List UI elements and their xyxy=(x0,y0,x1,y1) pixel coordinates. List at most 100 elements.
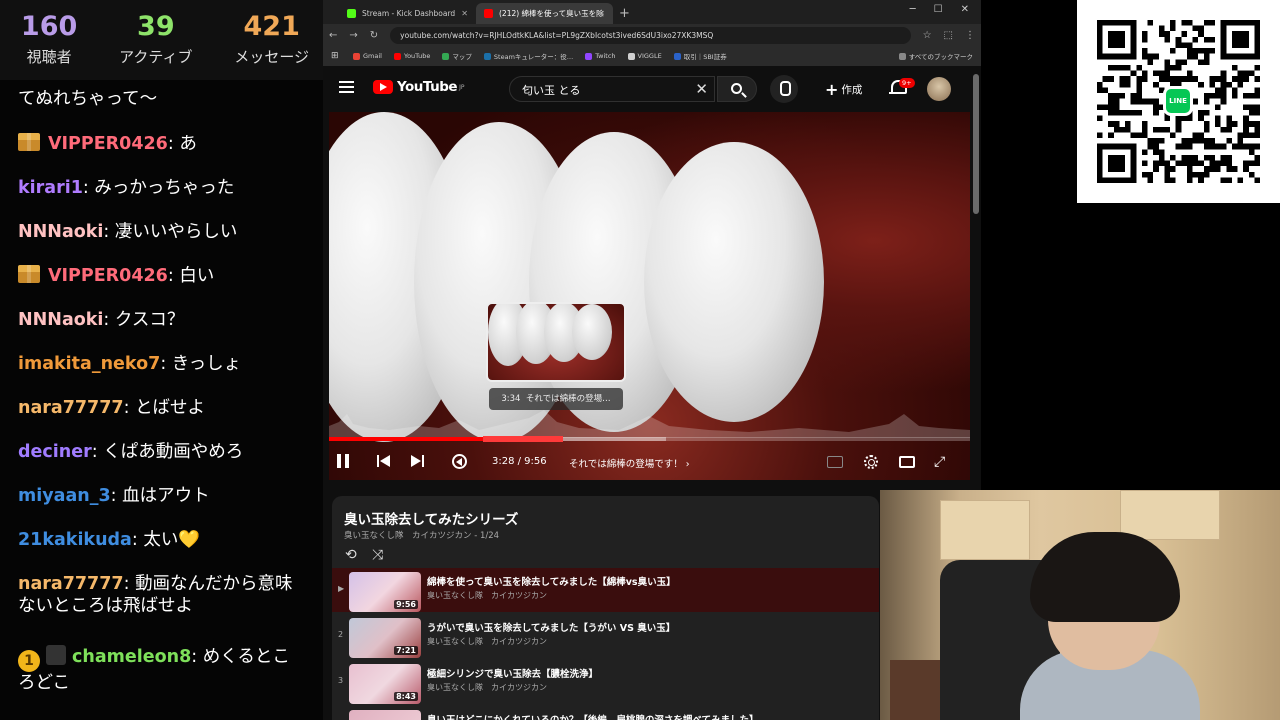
extensions-icon[interactable]: ⬚ xyxy=(944,30,953,41)
chat-text: 太い💛 xyxy=(143,530,201,550)
chat-message: kirari1: みっかっちゃった xyxy=(18,178,235,198)
apps-icon[interactable]: ⊞ xyxy=(331,51,339,61)
hamburger-menu-icon[interactable] xyxy=(339,81,354,93)
chat-username[interactable]: VIPPER0426 xyxy=(48,266,168,286)
chat-username[interactable]: deciner xyxy=(18,442,92,462)
bookmark-star-icon[interactable]: ☆ xyxy=(923,30,932,41)
fullscreen-icon[interactable]: ⤢ xyxy=(934,455,948,469)
chat-username[interactable]: miyaan_3 xyxy=(18,486,111,506)
video-player[interactable]: 3:34 それでは綿棒の登場… 3:28 / 9:56 それでは綿棒の登場です！… xyxy=(329,112,970,480)
hover-chapter: それでは綿棒の登場… xyxy=(525,394,611,404)
forward-icon[interactable]: → xyxy=(349,30,357,41)
chat-text: 白い xyxy=(179,266,215,286)
new-tab-button[interactable]: + xyxy=(619,6,630,21)
kick-favicon-icon xyxy=(347,9,356,18)
youtube-logo[interactable]: YouTube JP xyxy=(373,79,464,95)
active-count: 39 xyxy=(137,11,175,42)
chat-username[interactable]: NNNaoki xyxy=(18,222,103,242)
search-icon xyxy=(731,83,742,94)
voice-search-icon[interactable] xyxy=(770,75,798,103)
chat-text: クスコ？ xyxy=(114,310,185,330)
shuffle-icon[interactable]: ⤨ xyxy=(372,547,383,563)
chat-message: NNNaoki: クスコ？ xyxy=(18,310,185,330)
playlist-item[interactable]: 3 8:43 極細シリンジで臭い玉除去【膿栓洗浄】 臭い玉なくし隊 カイカツジカ… xyxy=(332,660,879,704)
chat-username[interactable]: chameleon8 xyxy=(72,647,191,667)
subtitles-icon[interactable] xyxy=(827,456,843,468)
bookmark-viggle[interactable]: VIGGLE xyxy=(627,52,662,60)
avatar[interactable] xyxy=(927,77,951,101)
youtube-wordmark: YouTube xyxy=(397,79,458,95)
bookmark-maps[interactable]: マップ xyxy=(442,51,472,61)
chat-message: NNNaoki: 凄いいやらしい xyxy=(18,222,238,242)
theater-mode-icon[interactable] xyxy=(899,456,915,468)
bookmark-twitch[interactable]: Twitch xyxy=(585,52,616,60)
video-title: 極細シリンジで臭い玉除去【膿栓洗浄】 xyxy=(427,669,599,680)
playing-indicator-icon: ▶ xyxy=(338,584,345,593)
chat-username[interactable]: nara77777 xyxy=(18,398,124,418)
active-label: アクティブ xyxy=(119,48,193,66)
previous-icon[interactable] xyxy=(377,454,390,468)
streamer-hair xyxy=(1030,532,1180,622)
chat-message: てぬれちゃって〜 xyxy=(18,88,318,110)
minimize-icon[interactable]: ─ xyxy=(910,4,916,15)
tab-kick-dashboard[interactable]: Stream - Kick Dashboard ✕ xyxy=(339,3,476,24)
create-button[interactable]: + 作成 xyxy=(825,80,862,99)
progress-bar[interactable] xyxy=(329,436,970,442)
chat-username[interactable]: nara77777 xyxy=(18,574,124,594)
close-tab-icon[interactable]: ✕ xyxy=(598,9,605,18)
chat-username[interactable]: kirari1 xyxy=(18,178,83,198)
settings-gear-icon[interactable] xyxy=(864,455,878,469)
chat-text: きっしょ xyxy=(171,354,242,374)
webcam-feed xyxy=(880,490,1280,720)
volume-icon[interactable] xyxy=(452,454,467,469)
chat-text: あ xyxy=(179,134,197,154)
item-index: 2 xyxy=(338,630,344,639)
back-icon[interactable]: ← xyxy=(329,30,337,41)
video-title: 臭い玉はどこにかくれているのか？【後編 扁桃腺の深さを調べてみました】 xyxy=(427,712,759,720)
playlist-title[interactable]: 臭い玉除去してみたシリーズ xyxy=(344,508,518,528)
chat-username[interactable]: imakita_neko7 xyxy=(18,354,160,374)
menu-icon[interactable]: ⋮ xyxy=(965,30,975,41)
line-logo-icon: LINE xyxy=(1163,86,1193,116)
all-bookmarks[interactable]: すべてのブックマーク xyxy=(898,51,973,61)
youtube-header: YouTube JP 匂い玉 とる ✕ + 作成 9+ xyxy=(323,66,981,112)
reload-icon[interactable]: ↻ xyxy=(370,30,378,41)
page-scrollbar[interactable] xyxy=(973,74,979,214)
gift-badge-icon xyxy=(18,133,40,151)
tab-youtube[interactable]: (212) 綿棒を使って臭い玉を除 ✕ xyxy=(476,3,613,24)
tab-bar: Stream - Kick Dashboard ✕ (212) 綿棒を使って臭い玉… xyxy=(323,0,981,24)
chat-username[interactable]: VIPPER0426 xyxy=(48,134,168,154)
bookmark-sbi[interactable]: 取引｜SBI証券 xyxy=(673,51,727,61)
seek-preview-thumbnail xyxy=(486,302,626,382)
channel-name: 臭い玉なくし隊 カイカツジカン xyxy=(427,591,547,600)
playlist-item[interactable]: 2 7:21 うがいで臭い玉を除去してみました【うがい VS 臭い玉】 臭い玉な… xyxy=(332,614,879,658)
bookmarks-bar: ⊞ Gmail YouTube マップ Steamキュレーター：役… Twitc… xyxy=(323,46,981,66)
create-label: 作成 xyxy=(841,84,863,96)
messages-count: 421 xyxy=(243,11,300,42)
pause-icon[interactable] xyxy=(337,454,349,468)
search-button[interactable] xyxy=(717,76,757,102)
chat-message: imakita_neko7: きっしょ xyxy=(18,354,242,374)
clear-search-icon[interactable]: ✕ xyxy=(695,80,708,98)
playlist-item[interactable]: 臭い玉はどこにかくれているのか？【後編 扁桃腺の深さを調べてみました】 xyxy=(332,706,879,720)
bookmark-gmail[interactable]: Gmail xyxy=(353,52,382,60)
close-window-icon[interactable]: ✕ xyxy=(961,4,969,15)
bookmark-steam[interactable]: Steamキュレーター：役… xyxy=(483,51,573,61)
chat-username[interactable]: NNNaoki xyxy=(18,310,103,330)
chat-username[interactable]: 21kakikuda xyxy=(18,530,132,550)
chat-text: とばせよ xyxy=(135,398,206,418)
line-qr-code: LINE xyxy=(1077,0,1280,203)
close-tab-icon[interactable]: ✕ xyxy=(461,9,468,18)
bookmark-youtube[interactable]: YouTube xyxy=(393,52,430,60)
playlist-panel: 臭い玉除去してみたシリーズ 臭い玉なくし隊 カイカツジカン - 1/24 ⟲ ⤨… xyxy=(332,496,879,720)
search-input[interactable]: 匂い玉 とる ✕ xyxy=(509,76,715,102)
chapter-button[interactable]: それでは綿棒の登場です！ › xyxy=(569,456,690,470)
viewers-stat: 160 視聴者 xyxy=(21,12,77,80)
buffered-segment xyxy=(562,437,666,441)
maximize-icon[interactable]: ☐ xyxy=(934,4,943,15)
next-icon[interactable] xyxy=(411,454,424,468)
loop-icon[interactable]: ⟲ xyxy=(345,547,357,563)
playlist-subtitle: 臭い玉なくし隊 カイカツジカン - 1/24 xyxy=(344,531,500,541)
url-input[interactable]: youtube.com/watch?v=RJHLOdtkKLA&list=PL9… xyxy=(390,26,911,44)
playlist-item[interactable]: ▶ 9:56 綿棒を使って臭い玉を除去してみました【綿棒vs臭い玉】 臭い玉なく… xyxy=(332,568,879,612)
